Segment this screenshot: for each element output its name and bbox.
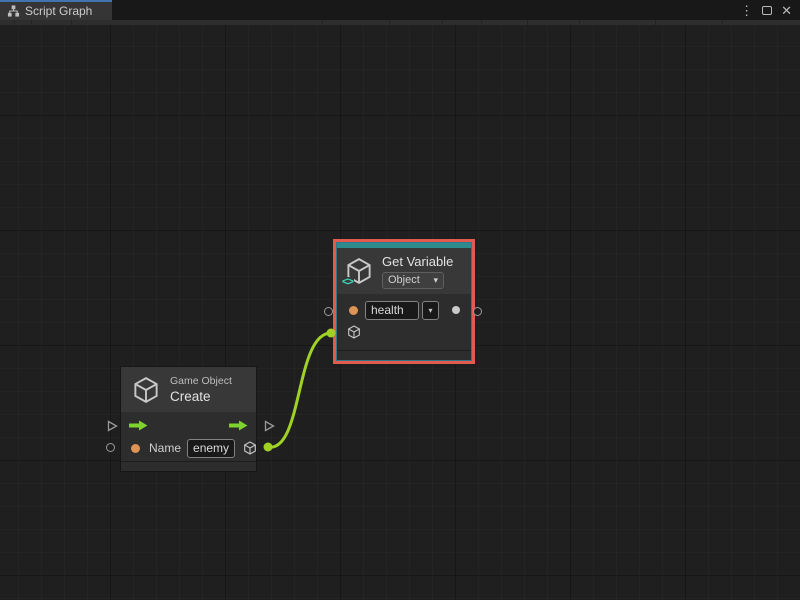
- variable-name-dropdown[interactable]: ▾: [422, 301, 439, 320]
- close-icon[interactable]: ✕: [781, 4, 792, 17]
- variable-name-field[interactable]: health: [365, 301, 419, 320]
- menu-icon[interactable]: ⋮: [740, 4, 753, 17]
- get-variable-header: <> Get Variable Object ▾: [337, 248, 471, 294]
- maximize-icon[interactable]: [762, 6, 772, 15]
- tab-script-graph[interactable]: Script Graph: [0, 0, 112, 20]
- flow-ports-row: [121, 417, 256, 433]
- chevron-down-icon: ▾: [428, 306, 432, 315]
- graph-tab-icon: [7, 5, 20, 17]
- title-bar: Script Graph ⋮ ✕: [0, 0, 800, 20]
- value-output-connector[interactable]: [473, 307, 482, 316]
- flow-output-arrow-icon[interactable]: [229, 420, 248, 431]
- create-node-header: Game Object Create: [121, 367, 256, 412]
- name-label: Name: [149, 441, 181, 455]
- game-object-cube-icon: <>: [344, 256, 374, 286]
- tab-title: Script Graph: [25, 4, 92, 18]
- node-title: Create: [170, 389, 232, 404]
- graph-canvas[interactable]: <> Get Variable Object ▾ health: [0, 25, 800, 600]
- flow-input-connector[interactable]: [105, 419, 119, 438]
- variable-name-row: health ▾: [337, 300, 471, 320]
- create-game-object-node[interactable]: Game Object Create Name enemy: [120, 366, 257, 472]
- value-output-port[interactable]: [452, 306, 460, 314]
- chevron-down-icon: ▾: [433, 275, 438, 286]
- name-input-row: Name enemy: [121, 438, 256, 458]
- node-title: Get Variable: [382, 254, 453, 269]
- name-input-connector[interactable]: [106, 443, 115, 452]
- variable-name-connector[interactable]: [324, 307, 333, 316]
- script-graph-window: Script Graph ⋮ ✕ i <×> enemy Z: [0, 0, 800, 600]
- name-input-port[interactable]: [349, 306, 358, 315]
- flow-input-arrow-icon[interactable]: [129, 420, 148, 431]
- get-variable-node[interactable]: <> Get Variable Object ▾ health: [336, 242, 472, 361]
- name-value-field[interactable]: enemy: [187, 439, 235, 458]
- game-object-cube-icon: [131, 375, 161, 405]
- window-controls: ⋮ ✕: [740, 0, 800, 20]
- get-variable-node-selection: <> Get Variable Object ▾ health: [333, 239, 475, 364]
- node-footer: [337, 350, 471, 360]
- object-input-row: [337, 323, 471, 341]
- connection-wire[interactable]: [268, 333, 331, 447]
- name-input-port[interactable]: [131, 444, 140, 453]
- variable-badge-icon: <>: [341, 277, 354, 288]
- game-object-output-port[interactable]: [242, 440, 258, 456]
- node-category: Game Object: [170, 375, 232, 387]
- node-footer: [121, 461, 256, 471]
- variable-scope-dropdown[interactable]: Object ▾: [382, 272, 444, 289]
- flow-output-connector[interactable]: [262, 419, 276, 438]
- object-input-port[interactable]: [346, 324, 362, 340]
